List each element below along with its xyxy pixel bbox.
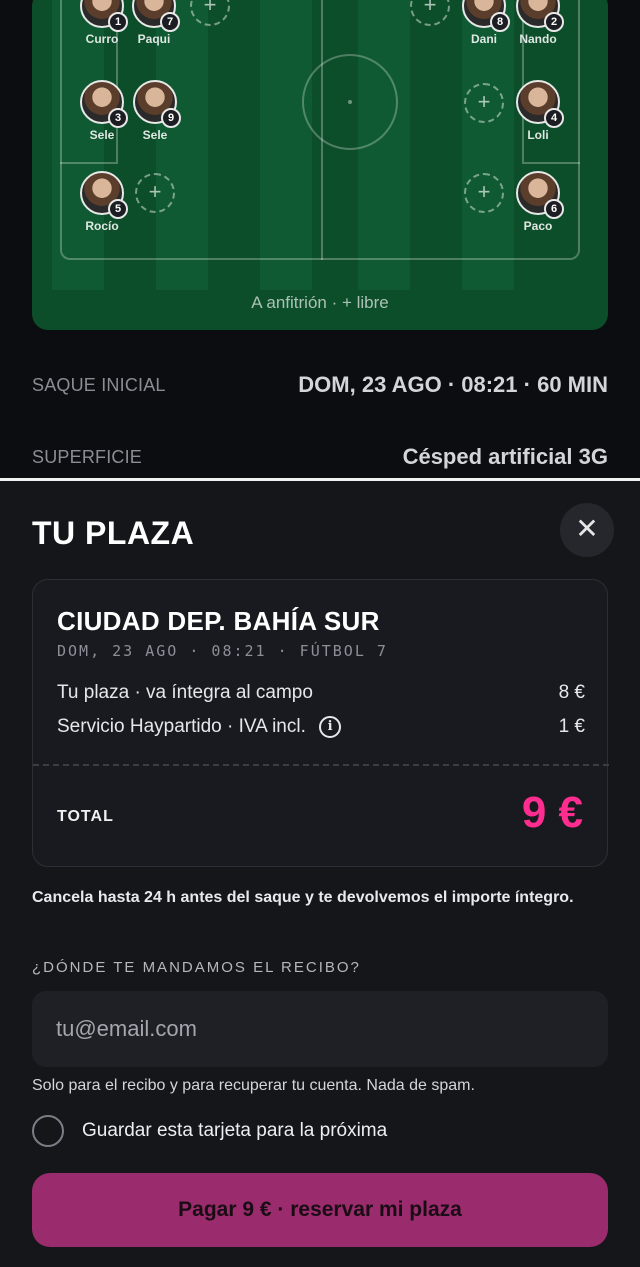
- player-loli[interactable]: 4 Loli: [508, 80, 568, 142]
- open-slot-plus-icon[interactable]: +: [464, 173, 504, 213]
- player-sele[interactable]: 9 Sele: [125, 80, 185, 142]
- save-card-option[interactable]: Guardar esta tarjeta para la próxima: [32, 1115, 387, 1147]
- surface-label: SUPERFICIE: [32, 446, 143, 467]
- line-item-amount: 8 €: [558, 682, 585, 703]
- surface-value: Césped artificial 3G: [402, 444, 608, 469]
- open-slot-plus-icon[interactable]: +: [464, 83, 504, 123]
- avatar: 7: [132, 0, 180, 32]
- venue-name: CIUDAD DEP. BAHÍA SUR: [57, 606, 380, 636]
- open-slot-plus-icon[interactable]: +: [135, 173, 175, 213]
- avatar: 3: [80, 80, 128, 128]
- checkout-sheet: TU PLAZA ✕ CIUDAD DEP. BAHÍA SUR DOM, 23…: [0, 478, 640, 1267]
- cancellation-policy: Cancela hasta 24 h antes del saque y te …: [32, 889, 574, 906]
- avatar: 9: [133, 80, 181, 128]
- avatar: 4: [516, 80, 564, 128]
- player-nando[interactable]: 2 Nando: [508, 0, 568, 46]
- avatar: 8: [462, 0, 510, 32]
- info-icon[interactable]: i: [319, 716, 342, 738]
- player-rocio[interactable]: 5 Rocío: [72, 171, 132, 233]
- close-icon[interactable]: ✕: [560, 503, 614, 557]
- total-label: TOTAL: [57, 808, 114, 825]
- line-item-spot: Tu plaza · va íntegra al campo 8 €: [57, 682, 585, 704]
- player-dani[interactable]: 8 Dani: [454, 0, 514, 46]
- order-summary-card: CIUDAD DEP. BAHÍA SUR DOM, 23 AGO · 08:2…: [32, 579, 609, 867]
- avatar: 1: [80, 0, 128, 32]
- player-paqui[interactable]: 7 Paqui: [124, 0, 184, 46]
- kickoff-value: DOM, 23 AGO · 08:21 · 60 MIN: [298, 372, 608, 397]
- save-card-checkbox[interactable]: [32, 1115, 64, 1147]
- player-paco[interactable]: 6 Paco: [508, 171, 568, 233]
- email-helper-text: Solo para el recibo y para recuperar tu …: [32, 1077, 475, 1094]
- kickoff-row: SAQUE INICIAL DOM, 23 AGO · 08:21 · 60 M…: [32, 372, 608, 398]
- kickoff-label: SAQUE INICIAL: [32, 374, 166, 395]
- player-curro[interactable]: 1 Curro: [72, 0, 132, 46]
- match-meta: DOM, 23 AGO · 08:21 · FÚTBOL 7: [57, 642, 388, 660]
- line-item-service: Servicio Haypartido · IVA incl. i 1 €: [57, 716, 585, 738]
- player-sele[interactable]: 3 Sele: [72, 80, 132, 142]
- pitch-lineup: 1 Curro 7 Paqui + + 8 Dani 2 Nando 3 Sel…: [32, 0, 608, 330]
- line-item-label: Servicio Haypartido · IVA incl.: [57, 716, 306, 738]
- avatar: 5: [80, 171, 128, 219]
- receipt-email-label: ¿DÓNDE TE MANDAMOS EL RECIBO?: [32, 959, 361, 976]
- save-card-label: Guardar esta tarjeta para la próxima: [82, 1120, 388, 1141]
- pay-button[interactable]: Pagar 9 € · reservar mi plaza: [32, 1173, 608, 1247]
- line-item-amount: 1 €: [558, 716, 585, 737]
- sheet-title: TU PLAZA: [32, 515, 195, 551]
- avatar: 2: [516, 0, 564, 32]
- pitch-legend: A anfitrión · + libre: [251, 293, 389, 312]
- divider: [33, 764, 609, 766]
- email-field[interactable]: [32, 991, 608, 1067]
- surface-row: SUPERFICIE Césped artificial 3G: [32, 444, 608, 470]
- line-item-label: Tu plaza · va íntegra al campo: [57, 682, 313, 703]
- match-details-background: 1 Curro 7 Paqui + + 8 Dani 2 Nando 3 Sel…: [0, 0, 640, 480]
- avatar: 6: [516, 171, 564, 219]
- booking-screen: 1 Curro 7 Paqui + + 8 Dani 2 Nando 3 Sel…: [0, 0, 640, 1267]
- total-value: 9 €: [521, 788, 583, 837]
